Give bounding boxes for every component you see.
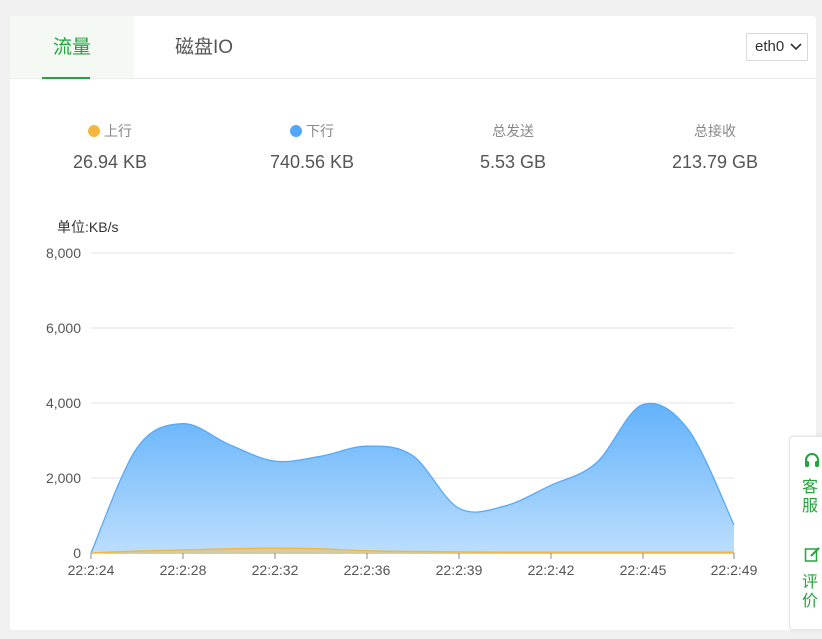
x-tick-label: 22:2:39 (436, 562, 483, 578)
series-area-download (91, 403, 734, 553)
edit-icon (804, 547, 820, 562)
headset-icon (805, 453, 819, 467)
y-tick-label: 8,000 (46, 245, 81, 261)
monitor-panel: 流量 磁盘IO eth0 上行 26.94 KB 下行 740.56 KB 总发… (10, 16, 816, 630)
side-widget: 客服 评价 (789, 436, 822, 630)
y-tick-label: 6,000 (46, 320, 81, 336)
y-tick-label: 0 (73, 545, 81, 561)
x-tick-label: 22:2:36 (344, 562, 391, 578)
x-tick-label: 22:2:28 (160, 562, 207, 578)
traffic-chart: 8,000 6,000 4,000 2,000 022:2:24 22:2:28 22:2:… (46, 245, 758, 578)
x-tick-label: 22:2:49 (711, 562, 758, 578)
x-tick-label: 22:2:45 (620, 562, 667, 578)
x-tick-label: 22:2:42 (528, 562, 575, 578)
x-tick-label: 22:2:24 (68, 562, 115, 578)
review-button[interactable]: 评价 (802, 573, 820, 611)
customer-service-button[interactable]: 客服 (802, 478, 820, 516)
y-tick-label: 4,000 (46, 395, 81, 411)
y-tick-label: 2,000 (46, 470, 81, 486)
x-tick-label: 22:2:32 (252, 562, 299, 578)
